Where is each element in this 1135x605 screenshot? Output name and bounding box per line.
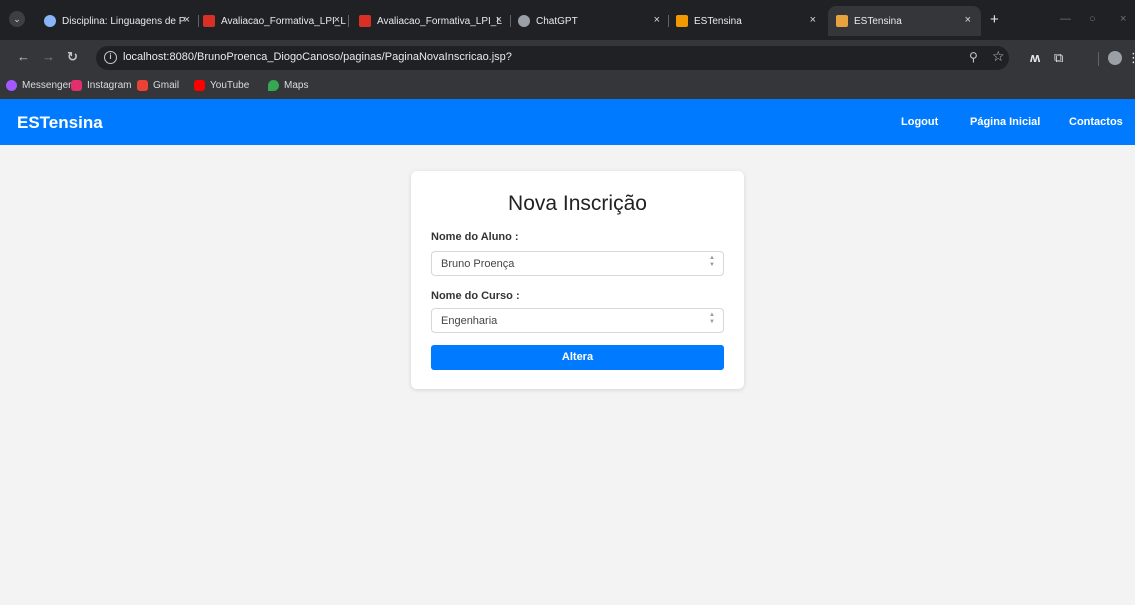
tab-title: Avaliacao_Formativa_LPI_L bbox=[377, 15, 502, 27]
forward-icon[interactable]: → bbox=[42, 50, 55, 64]
tab-title: ESTensina bbox=[854, 15, 902, 27]
back-icon[interactable]: ← bbox=[17, 50, 30, 64]
pdf-icon bbox=[359, 15, 371, 27]
form-title: Nova Inscrição bbox=[508, 192, 647, 215]
site-navbar: ESTensina Logout Página Inicial Contacto… bbox=[0, 99, 1135, 145]
select-arrows-icon: ▲ ▼ bbox=[709, 312, 715, 325]
reload-icon[interactable]: ↻ bbox=[67, 50, 78, 64]
bookmarks-bar: Messenger Instagram Gmail YouTube Maps bbox=[0, 76, 1135, 99]
pdf-icon bbox=[203, 15, 215, 27]
bookmark-label: Instagram bbox=[87, 80, 132, 91]
course-select[interactable]: Engenharia ▲ ▼ bbox=[431, 308, 724, 333]
tab-search-icon[interactable]: ⌄ bbox=[9, 11, 25, 27]
gmail-icon bbox=[137, 80, 148, 91]
bookmark-label: Messenger bbox=[22, 80, 72, 91]
bookmark-label: Gmail bbox=[153, 80, 180, 91]
bookmark-star-icon[interactable]: ☆ bbox=[992, 48, 1005, 65]
select-arrows-icon: ▲ ▼ bbox=[709, 255, 715, 268]
new-tab-icon[interactable]: + bbox=[990, 12, 999, 27]
close-tab-icon[interactable]: × bbox=[184, 14, 190, 26]
instagram-icon bbox=[71, 80, 82, 91]
tab-title: Avaliacao_Formativa_LPI_L bbox=[221, 15, 346, 27]
tab-separator bbox=[510, 15, 511, 27]
minimize-icon[interactable]: — bbox=[1060, 13, 1071, 25]
browser-menu-icon[interactable]: ⋮ bbox=[1127, 50, 1135, 66]
enrollment-form-card: Nova Inscrição Nome do Aluno : Bruno Pro… bbox=[411, 171, 744, 389]
youtube-icon bbox=[194, 80, 205, 91]
browser-tab[interactable]: Avaliacao_Formativa_LPI_L × bbox=[203, 12, 349, 30]
student-select[interactable]: Bruno Proença ▲ ▼ bbox=[431, 251, 724, 276]
close-tab-icon[interactable]: × bbox=[334, 14, 340, 26]
tab-title: ChatGPT bbox=[536, 15, 578, 27]
course-label: Nome do Curso : bbox=[431, 290, 520, 302]
browser-toolbar: ← → ↻ i localhost:8080/BrunoProenca_Diog… bbox=[0, 40, 1135, 76]
estensina-icon bbox=[676, 15, 688, 27]
tab-title: ESTensina bbox=[694, 15, 742, 27]
student-select-value: Bruno Proença bbox=[441, 258, 515, 270]
nav-logout[interactable]: Logout bbox=[901, 116, 938, 128]
bookmark-messenger[interactable]: Messenger bbox=[6, 80, 71, 91]
address-bar[interactable]: i localhost:8080/BrunoProenca_DiogoCanos… bbox=[96, 46, 1009, 70]
course-select-value: Engenharia bbox=[441, 315, 498, 327]
extensions-icon[interactable]: ⧉ bbox=[1054, 50, 1063, 66]
tab-title: Disciplina: Linguagens de P bbox=[62, 15, 186, 27]
estensina-icon bbox=[836, 15, 848, 27]
maps-pin-icon bbox=[268, 80, 279, 91]
maximize-icon[interactable]: ○ bbox=[1089, 13, 1096, 25]
browser-tab-bar: ⌄ Disciplina: Linguagens de P × Avaliaca… bbox=[0, 0, 1135, 40]
close-tab-icon[interactable]: × bbox=[496, 14, 502, 26]
window-close-icon[interactable]: × bbox=[1120, 13, 1126, 25]
browser-tab[interactable]: Avaliacao_Formativa_LPI_L × bbox=[359, 12, 511, 30]
bookmark-label: YouTube bbox=[210, 80, 250, 91]
nav-contacts[interactable]: Contactos bbox=[1069, 116, 1123, 128]
toolbar-divider bbox=[1098, 52, 1099, 66]
close-tab-icon[interactable]: × bbox=[810, 14, 816, 26]
submit-button[interactable]: Altera bbox=[431, 345, 724, 370]
bookmark-instagram[interactable]: Instagram bbox=[71, 80, 131, 91]
tab-separator bbox=[198, 15, 199, 27]
browser-tab[interactable]: ESTensina × bbox=[676, 12, 816, 30]
close-tab-icon[interactable]: × bbox=[965, 14, 971, 26]
nav-home[interactable]: Página Inicial bbox=[970, 116, 1040, 128]
bookmark-label: Maps bbox=[284, 80, 309, 91]
url-text[interactable]: localhost:8080/BrunoProenca_DiogoCanoso/… bbox=[123, 51, 512, 63]
tab-separator bbox=[668, 15, 669, 27]
site-info-icon[interactable]: i bbox=[104, 51, 117, 64]
tab-separator bbox=[348, 15, 349, 27]
student-label: Nome do Aluno : bbox=[431, 231, 519, 243]
globe-icon bbox=[44, 15, 56, 27]
browser-tab[interactable]: Disciplina: Linguagens de P × bbox=[44, 12, 199, 30]
close-tab-icon[interactable]: × bbox=[654, 14, 660, 26]
browser-tab[interactable]: ChatGPT × bbox=[518, 12, 669, 30]
messenger-icon bbox=[6, 80, 17, 91]
bookmark-youtube[interactable]: YouTube bbox=[194, 80, 249, 91]
zoom-icon[interactable]: ⚲ bbox=[969, 50, 978, 64]
browser-tab-active[interactable]: ESTensina × bbox=[828, 6, 981, 36]
extension-m-icon[interactable]: ʍ bbox=[1030, 50, 1040, 65]
chatgpt-icon bbox=[518, 15, 530, 27]
site-brand[interactable]: ESTensina bbox=[17, 113, 103, 133]
bookmark-maps[interactable]: Maps bbox=[268, 80, 308, 91]
bookmark-gmail[interactable]: Gmail bbox=[137, 80, 179, 91]
profile-avatar[interactable] bbox=[1108, 51, 1122, 65]
